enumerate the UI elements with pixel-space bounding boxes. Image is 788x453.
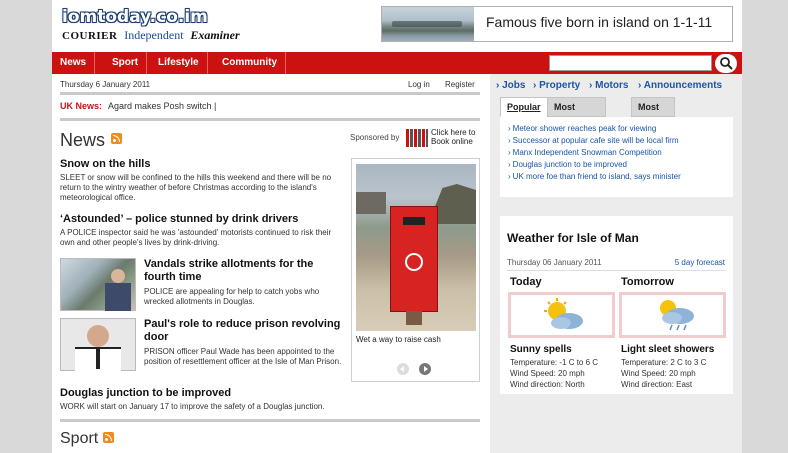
motors-link[interactable]: › Motors xyxy=(589,80,628,91)
weather-wind-direction: Wind direction: North xyxy=(510,380,585,389)
feature-carousel: Wet a way to raise cash xyxy=(351,158,480,382)
courier-logo: COURIER xyxy=(62,30,118,42)
ticker-headline[interactable]: Agard makes Posh switch | xyxy=(108,101,216,111)
person-tie xyxy=(96,349,100,369)
weather-wind-direction: Wind direction: East xyxy=(621,380,693,389)
sponsor-text: Click here to Book online xyxy=(431,128,476,146)
property-label: Property xyxy=(539,80,581,91)
story-summary: POLICE are appealing for help to catch y… xyxy=(144,287,320,306)
announcements-label: Announcements xyxy=(643,80,723,91)
property-link[interactable]: › Property xyxy=(533,80,580,91)
weather-temperature: Temperature: 2 C to 3 C xyxy=(621,358,707,367)
postbox-costume xyxy=(390,206,438,312)
motors-label: Motors xyxy=(595,80,629,91)
five-day-forecast-link[interactable]: 5 day forecast xyxy=(675,258,725,267)
feature-caption[interactable]: Wet a way to raise cash xyxy=(356,335,441,344)
weather-icon-box xyxy=(619,292,726,338)
carousel-prev-icon[interactable] xyxy=(397,363,409,375)
story-thumbnail[interactable] xyxy=(60,258,136,311)
popular-item[interactable]: Meteor shower reaches peak for viewing xyxy=(508,124,657,133)
announcements-link[interactable]: › Announcements xyxy=(638,80,722,91)
divider xyxy=(60,118,480,121)
popular-item[interactable]: Successor at popular cafe site will be l… xyxy=(508,136,679,145)
popular-list: Meteor shower reaches peak for viewing S… xyxy=(500,117,733,197)
story-thumbnail[interactable] xyxy=(60,318,136,371)
feature-photo[interactable] xyxy=(356,164,476,331)
publication-logos: COURIER Independent Examiner xyxy=(62,28,244,43)
pier-shape xyxy=(356,192,386,214)
weather-temperature: Temperature: -1 C to 6 C xyxy=(510,358,599,367)
story-summary: SLEET or snow will be confined to the hi… xyxy=(60,173,332,202)
site-header: iomtoday.co.im COURIER Independent Exami… xyxy=(52,0,742,52)
divider xyxy=(60,419,480,422)
divider xyxy=(60,92,480,95)
story-summary: A POLICE inspector said he was 'astounde… xyxy=(60,228,332,247)
popular-item[interactable]: Douglas junction to be improved xyxy=(508,160,627,169)
person-body xyxy=(105,283,131,311)
search-input[interactable] xyxy=(549,55,712,71)
rss-icon[interactable] xyxy=(103,432,114,443)
ad-photo xyxy=(382,7,474,41)
sponsor-label: Sponsored by xyxy=(350,133,400,142)
independent-logo: Independent xyxy=(124,28,184,42)
sponsor-grid-icon xyxy=(406,129,428,147)
tab-most-comments[interactable]: Most comments xyxy=(547,97,607,130)
person-face xyxy=(87,325,109,347)
ad-text: Famous five born in island on 1-1-11 xyxy=(486,14,713,30)
sponsor-logo[interactable]: Click here to Book online xyxy=(406,128,481,148)
weather-condition: Sunny spells xyxy=(510,344,572,355)
weather-condition: Light sleet showers xyxy=(621,344,715,355)
nav-sport[interactable]: Sport xyxy=(104,52,148,74)
login-link[interactable]: Log in xyxy=(408,80,430,89)
legs-shape xyxy=(406,311,422,325)
weather-day-label: Today xyxy=(510,276,542,288)
nav-community[interactable]: Community xyxy=(214,52,286,74)
tab-popular[interactable]: Popular xyxy=(500,97,548,117)
site-logo[interactable]: iomtoday.co.im COURIER Independent Exami… xyxy=(62,7,244,43)
weather-widget: Weather for Isle of Man Thursday 06 Janu… xyxy=(500,216,733,394)
story-summary: PRISON officer Paul Wade has been appoin… xyxy=(144,347,342,366)
news-section-title[interactable]: News xyxy=(60,130,105,151)
person-figure xyxy=(111,269,125,283)
current-date: Thursday 6 January 2011 xyxy=(60,80,151,89)
sunny-spells-icon xyxy=(544,298,583,329)
weather-day-label: Tomorrow xyxy=(621,276,674,288)
tab-most-shared[interactable]: Most shared xyxy=(631,97,675,130)
nav-news[interactable]: News xyxy=(52,52,96,74)
register-link[interactable]: Register xyxy=(445,80,475,89)
rss-icon[interactable] xyxy=(111,133,122,144)
popular-item[interactable]: Manx Independent Snowman Competition xyxy=(508,148,662,157)
search-button[interactable] xyxy=(715,54,737,73)
nav-lifestyle[interactable]: Lifestyle xyxy=(150,52,208,74)
weather-wind-speed: Wind Speed: 20 mph xyxy=(621,369,696,378)
weather-wind-speed: Wind Speed: 20 mph xyxy=(510,369,585,378)
main-nav: News Sport Lifestyle Community xyxy=(52,52,742,74)
examiner-logo: Examiner xyxy=(190,28,240,42)
weather-title: Weather for Isle of Man xyxy=(507,231,639,245)
sport-section-title[interactable]: Sport xyxy=(60,430,98,448)
story-headline[interactable]: ‘Astounded’ – police stunned by drink dr… xyxy=(60,213,298,225)
story-summary: WORK will start on January 17 to improve… xyxy=(60,402,325,411)
weather-icon-box xyxy=(508,292,615,338)
story-headline[interactable]: Vandals strike allotments for the fourth… xyxy=(144,258,344,284)
logo-text: iomtoday.co.im xyxy=(62,7,208,27)
search-icon xyxy=(720,57,733,70)
page: iomtoday.co.im COURIER Independent Exami… xyxy=(52,0,742,453)
ticker-label: UK News: xyxy=(60,101,103,111)
popular-item[interactable]: UK more foe than friend to island, says … xyxy=(508,172,681,181)
sleet-showers-icon xyxy=(660,300,694,331)
story-headline[interactable]: Douglas junction to be improved xyxy=(60,387,231,399)
jobs-label: Jobs xyxy=(502,80,526,91)
carousel-next-icon[interactable] xyxy=(419,363,431,375)
divider xyxy=(507,270,726,271)
jobs-link[interactable]: › Jobs xyxy=(496,80,525,91)
weather-date: Thursday 06 January 2011 xyxy=(507,258,602,267)
right-sidebar: › Jobs › Property › Motors › Announcemen… xyxy=(490,74,742,453)
story-headline[interactable]: Paul's role to reduce prison revolving d… xyxy=(144,318,344,344)
story-headline[interactable]: Snow on the hills xyxy=(60,158,150,170)
ad-banner[interactable]: Famous five born in island on 1-1-11 xyxy=(381,6,733,42)
